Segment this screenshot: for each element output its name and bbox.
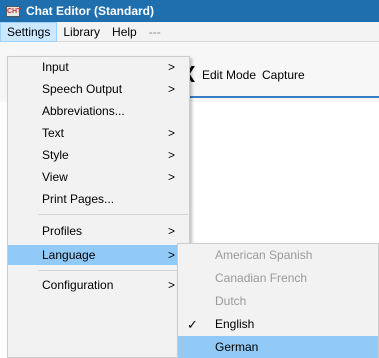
submenu-arrow-icon: > <box>167 82 175 96</box>
language-option-american-spanish[interactable]: American Spanish <box>178 244 378 267</box>
menu-item-configuration[interactable]: Configuration > <box>8 275 189 295</box>
menu-item-abbreviations[interactable]: Abbreviations... <box>8 101 189 121</box>
menu-item-label: Configuration <box>42 278 114 292</box>
menu-separator <box>38 270 188 271</box>
menu-separator <box>38 214 188 215</box>
checkmark-icon: ✓ <box>187 317 198 332</box>
menu-bar: Settings Library Help --- <box>0 21 379 42</box>
edit-mode-button[interactable]: Edit Mode <box>202 68 256 82</box>
menu-item-label: Style <box>42 148 69 162</box>
menu-settings[interactable]: Settings <box>0 21 58 42</box>
language-option-german[interactable]: German <box>178 336 378 358</box>
menu-item-label: Language <box>42 248 96 262</box>
menu-library[interactable]: Library <box>57 22 106 42</box>
toolbar-divider <box>178 96 379 98</box>
menu-item-view[interactable]: View > <box>8 167 189 187</box>
menu-item-text[interactable]: Text > <box>8 123 189 143</box>
submenu-arrow-icon: > <box>167 170 175 184</box>
language-option-label: English <box>215 317 255 331</box>
menu-item-label: Abbreviations... <box>42 104 125 118</box>
submenu-arrow-icon: > <box>167 278 175 292</box>
submenu-arrow-icon: > <box>167 60 175 74</box>
menu-item-input[interactable]: Input > <box>8 57 189 77</box>
menu-item-label: Profiles <box>42 224 83 238</box>
submenu-arrow-icon: > <box>167 248 175 262</box>
submenu-arrow-icon: > <box>167 126 175 140</box>
submenu-arrow-icon: > <box>167 224 175 238</box>
menu-item-profiles[interactable]: Profiles > <box>8 221 189 241</box>
menu-item-print-pages[interactable]: Print Pages... <box>8 189 189 209</box>
menu-overflow[interactable]: --- <box>143 22 167 42</box>
window-title: Chat Editor (Standard) <box>26 4 154 18</box>
menu-item-label: Print Pages... <box>42 192 115 206</box>
menu-item-label: View <box>42 170 68 184</box>
menu-item-label: Text <box>42 126 65 140</box>
menu-item-language[interactable]: Language > <box>8 245 189 265</box>
menu-item-label: Speech Output <box>42 82 123 96</box>
capture-button[interactable]: Capture <box>262 68 305 82</box>
language-option-dutch[interactable]: Dutch <box>178 290 378 313</box>
language-option-label: Canadian French <box>215 271 308 285</box>
submenu-arrow-icon: > <box>167 148 175 162</box>
menu-item-label: Input <box>42 60 69 74</box>
menu-item-style[interactable]: Style > <box>8 145 189 165</box>
language-option-canadian-french[interactable]: Canadian French <box>178 267 378 290</box>
language-option-english[interactable]: ✓ English <box>178 313 378 336</box>
language-option-label: German <box>215 340 259 354</box>
language-submenu: American Spanish Canadian French Dutch ✓… <box>177 243 379 358</box>
app-icon: CHT <box>6 5 22 17</box>
settings-dropdown: Input > Speech Output > Abbreviations...… <box>7 56 190 358</box>
menu-item-speech-output[interactable]: Speech Output > <box>8 79 189 99</box>
title-bar: CHT Chat Editor (Standard) <box>0 0 379 22</box>
language-option-label: Dutch <box>215 294 247 308</box>
menu-help[interactable]: Help <box>106 22 143 42</box>
language-option-label: American Spanish <box>215 248 313 262</box>
